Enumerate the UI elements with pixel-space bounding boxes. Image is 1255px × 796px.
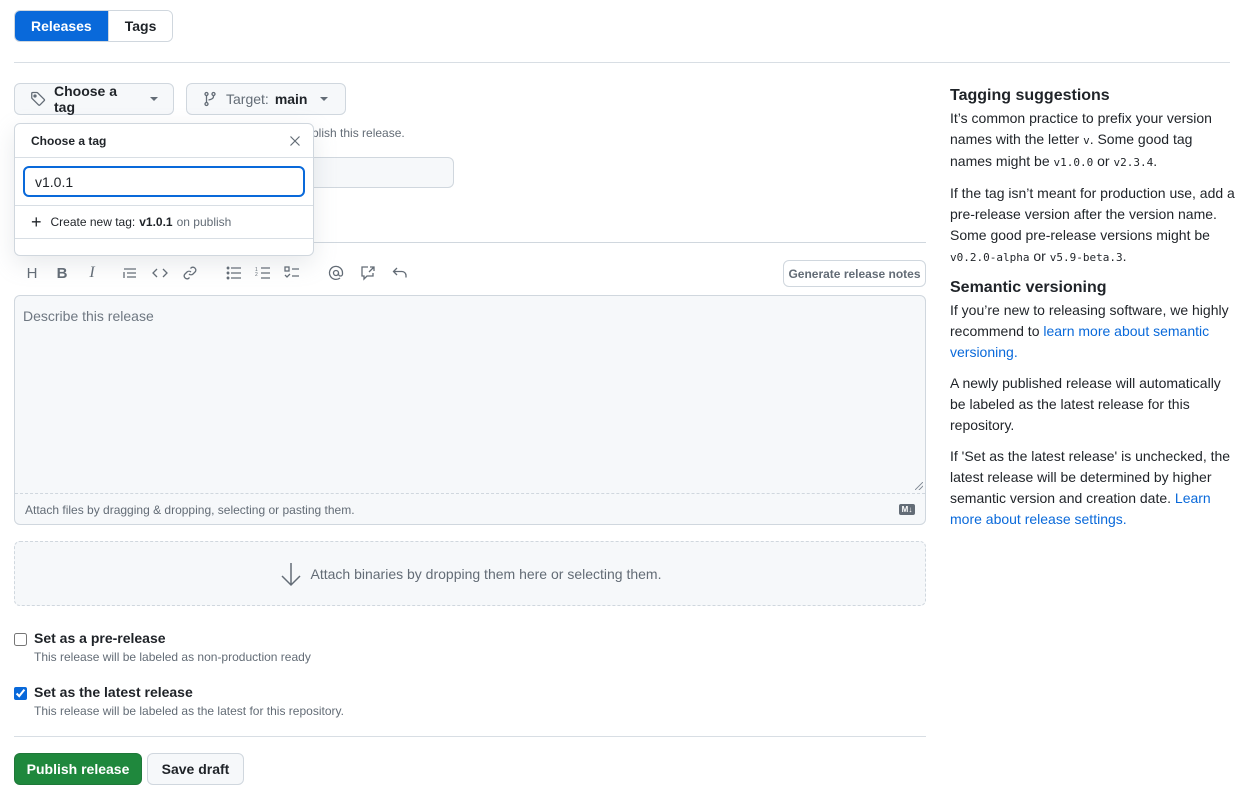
prerelease-label[interactable]: Set as a pre-release: [34, 630, 311, 646]
latest-release-description: This release will be labeled as the late…: [34, 704, 344, 718]
create-tag-suffix: on publish: [176, 215, 232, 229]
sidebar-help: Tagging suggestions It’s common practice…: [950, 86, 1235, 540]
unordered-list-icon[interactable]: [226, 265, 242, 281]
release-title-input[interactable]: [290, 157, 454, 188]
attach-files-text[interactable]: Attach files by dragging & dropping, sel…: [25, 503, 355, 517]
semver-paragraph-1: If you’re new to releasing software, we …: [950, 302, 1229, 360]
prerelease-checkbox[interactable]: [14, 633, 27, 646]
chevron-down-icon: [150, 97, 158, 101]
divider: [14, 62, 1230, 63]
publish-release-button[interactable]: Publish release: [14, 753, 142, 785]
semantic-versioning-title: Semantic versioning: [950, 279, 1107, 296]
svg-text:2: 2: [255, 272, 258, 278]
undo-icon[interactable]: [392, 265, 408, 281]
latest-release-option: Set as the latest release This release w…: [14, 684, 344, 718]
attach-binaries-text: Attach binaries by dropping them here or…: [310, 565, 662, 582]
release-description-textarea[interactable]: [15, 296, 925, 494]
semver-paragraph-3: If 'Set as the latest release' is unchec…: [950, 448, 1231, 527]
prerelease-option: Set as a pre-release This release will b…: [14, 630, 311, 664]
save-draft-button[interactable]: Save draft: [147, 753, 244, 785]
dropdown-title: Choose a tag: [31, 133, 107, 148]
target-branch-button[interactable]: Target: main: [186, 83, 346, 115]
dropdown-header: Choose a tag: [15, 124, 313, 158]
tagging-paragraph-1: It’s common practice to prefix your vers…: [950, 110, 1212, 169]
chevron-down-icon: [319, 97, 328, 101]
mention-icon[interactable]: [328, 265, 344, 281]
heading-icon[interactable]: H: [24, 265, 40, 282]
arrow-down-icon: [279, 561, 303, 587]
tag-icon: [30, 91, 46, 107]
semver-paragraph-2: A newly published release will automatic…: [950, 375, 1221, 433]
target-label: Target:: [226, 91, 269, 107]
tag-hint-text: blish this release.: [312, 126, 405, 140]
target-value: main: [274, 91, 308, 107]
create-new-tag-item[interactable]: + Create new tag: v1.0.1 on publish: [15, 206, 313, 239]
choose-tag-button[interactable]: Choose a tag: [14, 83, 174, 115]
prerelease-description: This release will be labeled as non-prod…: [34, 650, 311, 664]
ordered-list-icon[interactable]: 12: [255, 265, 271, 281]
link-icon[interactable]: [182, 265, 198, 281]
tagging-paragraph-2: If the tag isn’t meant for production us…: [950, 185, 1235, 264]
generate-release-notes-button[interactable]: Generate release notes: [783, 260, 926, 287]
tag-filter-input[interactable]: [23, 166, 305, 197]
branch-icon: [202, 91, 218, 107]
latest-release-label[interactable]: Set as the latest release: [34, 684, 344, 700]
attach-binaries-dropzone[interactable]: Attach binaries by dropping them here or…: [14, 541, 926, 606]
release-description-editor: Attach files by dragging & dropping, sel…: [14, 295, 926, 525]
quote-icon[interactable]: [122, 265, 138, 281]
create-tag-name: v1.0.1: [139, 215, 173, 229]
latest-release-checkbox[interactable]: [14, 687, 27, 700]
tab-releases[interactable]: Releases: [15, 11, 108, 41]
resize-handle[interactable]: [915, 482, 923, 490]
bold-icon[interactable]: B: [54, 265, 70, 282]
editor-tabs-divider: [314, 242, 926, 243]
close-icon[interactable]: [287, 133, 303, 149]
choose-tag-dropdown: Choose a tag + Create new tag: v1.0.1 on…: [14, 123, 314, 256]
tab-tags[interactable]: Tags: [107, 11, 173, 41]
plus-icon: +: [31, 212, 42, 232]
code-icon[interactable]: [152, 265, 168, 281]
task-list-icon[interactable]: [284, 265, 300, 281]
dropdown-filter: [15, 158, 313, 206]
reference-icon[interactable]: [360, 265, 376, 281]
releases-tags-nav: Releases Tags: [14, 10, 174, 42]
divider: [14, 736, 926, 737]
italic-icon[interactable]: I: [84, 264, 100, 281]
choose-tag-label: Choose a tag: [54, 83, 118, 115]
markdown-toolbar: H B I 12: [24, 262, 408, 284]
create-tag-prefix: Create new tag:: [50, 215, 136, 229]
markdown-icon[interactable]: M↓: [899, 504, 915, 515]
tagging-suggestions-title: Tagging suggestions: [950, 87, 1110, 104]
